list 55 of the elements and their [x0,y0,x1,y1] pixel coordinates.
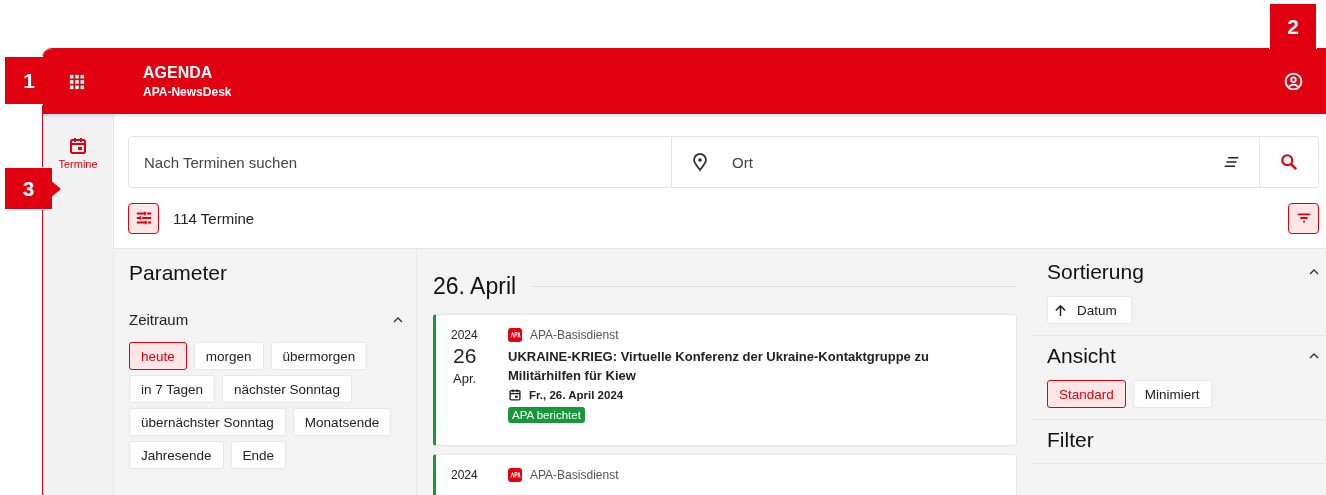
time-range-chip[interactable]: heute [129,342,187,370]
calendar-icon [68,136,88,156]
section-title: Ansicht [1047,344,1116,368]
event-card[interactable]: 2024 APA-Basisdienst [433,454,1017,495]
date-heading: 26. April [433,273,517,300]
event-date: Fr., 26. April 2024 [529,389,624,401]
status-badge: APA berichtet [508,407,585,423]
location-pin-icon [690,152,710,172]
sort-button[interactable]: Datum [1047,296,1132,324]
account-icon[interactable] [1283,71,1304,92]
event-title[interactable]: UKRAINE-KRIEG: Virtuelle Konferenz der Ukraine-Kontaktgruppe zu Militärhilfen für Kiew [508,347,998,385]
caret-icon[interactable] [392,315,404,324]
view-option-button[interactable]: Minimiert [1132,380,1212,408]
arrow-up-icon [1054,303,1067,317]
event-source: APA-Basisdienst [530,328,619,342]
time-range-chip[interactable]: in 7 Tagen [129,375,216,403]
calendar-icon [508,388,522,402]
source-logo-icon [508,468,522,482]
event-card[interactable]: 2024 26 Apr. APA-Basisdienst UKRAINE-KRIEG: Virtuelle Konferenz der Ukraine-Kontaktgruppe zu Militärhilfen für Kiew Fr., 26. April 2024 APA berichtet [433,314,1017,446]
filter-button[interactable] [1288,202,1319,234]
time-range-chip[interactable]: morgen [193,342,264,370]
text-lines-icon[interactable] [1223,156,1240,168]
caret-icon[interactable] [1308,352,1320,360]
sidebar-item[interactable]: Termine [43,114,113,170]
time-range-chip[interactable]: übernächster Sonntag [129,408,286,436]
time-range-chip[interactable]: Jahresende [129,441,224,469]
pointer-triangle-icon [52,180,61,197]
time-range-chip[interactable]: nächster Sonntag [222,375,352,403]
app-title: AGENDA [143,64,214,82]
event-month: Apr. [453,371,477,386]
time-range-chip[interactable]: übermorgen [270,342,368,370]
event-year: 2024 [451,468,478,482]
filter-settings-button[interactable] [128,202,159,234]
panel-title: Parameter [129,261,229,285]
apps-grid-icon[interactable] [69,73,85,90]
section-title: Sortierung [1047,260,1144,284]
section-title: Zeitraum [129,311,189,328]
sliders-icon [134,209,153,227]
event-year: 2024 [451,328,478,342]
time-range-chip[interactable]: Ende [230,441,287,469]
callout-marker: 2 [1270,4,1316,50]
source-logo-icon [508,328,522,342]
search-field[interactable]: Nach Terminen suchen [128,136,672,188]
caret-icon[interactable] [1308,268,1320,276]
search-icon [1280,153,1298,171]
results-count: 114 Termine [173,209,255,227]
location-field[interactable]: Ort [672,136,1260,188]
callout-marker: 3 [5,168,52,209]
event-source: APA-Basisdienst [530,468,619,482]
time-range-chip[interactable]: Monatsende [292,408,392,436]
app-subtitle: APA-NewsDesk [143,85,232,99]
search-button[interactable] [1260,136,1319,188]
section-title: Filter [1047,428,1094,452]
event-day: 26 [453,344,477,368]
view-option-button[interactable]: Standard [1047,380,1126,408]
